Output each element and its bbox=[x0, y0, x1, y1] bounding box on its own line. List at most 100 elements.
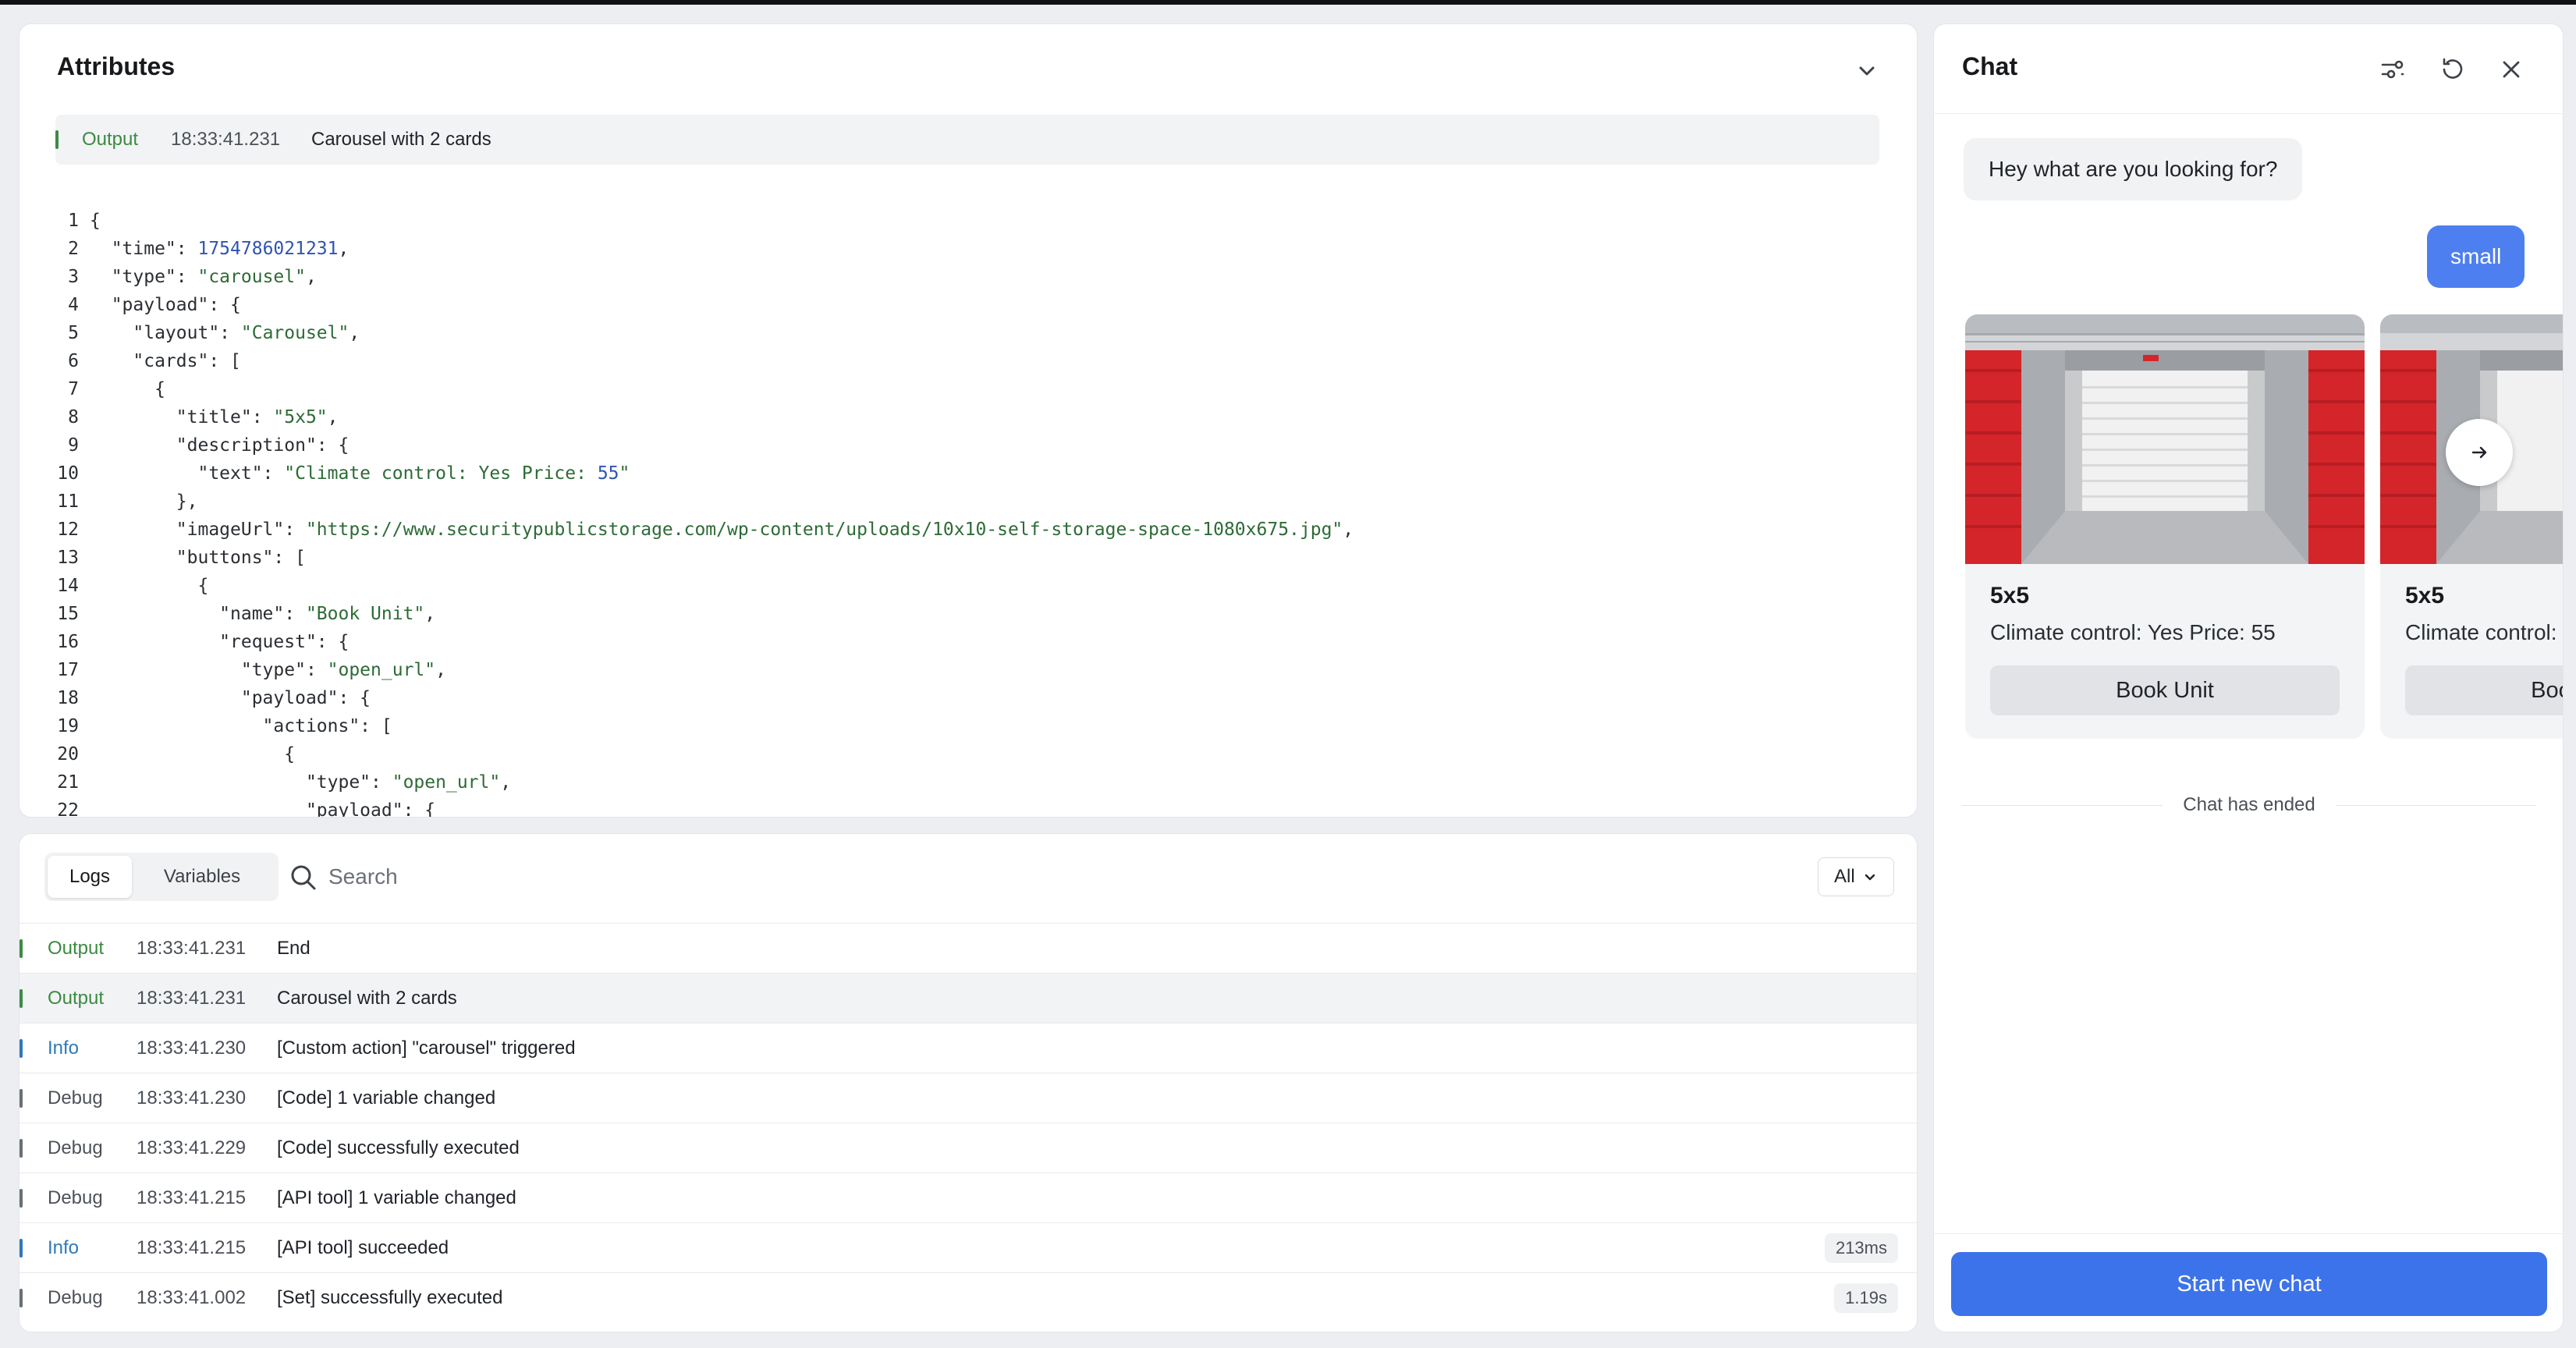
log-message: [Set] successfully executed bbox=[277, 1286, 503, 1308]
chat-panel: Chat Hey what are you looking for? small bbox=[1933, 23, 2564, 1332]
line-number: 20 bbox=[57, 744, 79, 764]
chevron-down-icon[interactable] bbox=[1851, 55, 1882, 87]
log-level: Debug bbox=[48, 1137, 103, 1158]
level-bar bbox=[20, 1288, 23, 1307]
code-text: "buttons": [ bbox=[90, 548, 306, 568]
log-time: 18:33:41.231 bbox=[137, 987, 247, 1009]
code-line: 9 "description": { bbox=[48, 431, 1889, 459]
log-row[interactable]: Debug 18:33:41.229 [Code] successfully exe… bbox=[20, 1123, 1917, 1172]
line-number: 22 bbox=[57, 800, 79, 818]
code-line: 17 "type": "open_url", bbox=[48, 656, 1889, 684]
code-text: "text": "Climate control: Yes Price: 55" bbox=[90, 463, 630, 484]
attributes-panel: Attributes Output 18:33:41.231 Carousel … bbox=[19, 23, 1918, 818]
chat-title: Chat bbox=[1962, 52, 2018, 80]
log-level: Output bbox=[48, 937, 105, 959]
card-description: Climate control: Yes Price: 55 bbox=[1990, 620, 2276, 644]
level-bar bbox=[20, 1138, 23, 1158]
arrow-right-icon bbox=[2471, 446, 2487, 459]
code-line: 13 "buttons": [ bbox=[48, 544, 1889, 572]
code-line: 20 { bbox=[48, 740, 1889, 768]
tab-logs[interactable]: Logs bbox=[48, 856, 132, 898]
level-bar bbox=[20, 1188, 23, 1208]
log-row[interactable]: Info 18:33:41.230 [Custom action] "carouse… bbox=[20, 1023, 1917, 1073]
log-row[interactable]: Debug 18:33:41.230 [Code] 1 variable chang… bbox=[20, 1073, 1917, 1123]
log-list: Output 18:33:41.231 End Output 18:33:41.231 C… bbox=[20, 923, 1917, 1322]
restart-icon[interactable] bbox=[2435, 52, 2469, 87]
line-number: 4 bbox=[68, 295, 79, 315]
code-line: 11 }, bbox=[48, 488, 1889, 516]
line-number: 12 bbox=[57, 520, 79, 540]
code-line: 5 "layout": "Carousel", bbox=[48, 319, 1889, 347]
code-text: "layout": "Carousel", bbox=[90, 323, 360, 343]
line-number: 6 bbox=[68, 351, 79, 371]
log-level: Output bbox=[48, 987, 105, 1009]
line-number: 9 bbox=[68, 435, 79, 456]
code-line: 4 "payload": { bbox=[48, 291, 1889, 319]
log-message: [API tool] succeeded bbox=[277, 1236, 449, 1258]
entry-message: Carousel with 2 cards bbox=[311, 129, 491, 150]
chevron-down-icon bbox=[1865, 874, 1875, 881]
json-code-view: 1{2 "time": 1754786021231, 3 "type": "car… bbox=[48, 207, 1889, 818]
bot-message: Hey what are you looking for? bbox=[1964, 138, 2303, 200]
log-row[interactable]: Debug 18:33:41.215 [API tool] 1 variable c… bbox=[20, 1172, 1917, 1222]
carousel-card: 5x5 Climate control: Yes Price: 55 Book … bbox=[2380, 314, 2563, 739]
log-level: Debug bbox=[48, 1087, 103, 1109]
code-line: 7 { bbox=[48, 375, 1889, 403]
log-message: End bbox=[277, 937, 310, 959]
log-time: 18:33:41.215 bbox=[137, 1236, 247, 1258]
log-row[interactable]: Output 18:33:41.231 End bbox=[20, 923, 1917, 973]
log-row[interactable]: Output 18:33:41.231 Carousel with 2 cards bbox=[20, 973, 1917, 1023]
chat-ended-text: Chat has ended bbox=[2183, 794, 2315, 815]
start-new-chat-button[interactable]: Start new chat bbox=[1951, 1252, 2547, 1316]
level-bar bbox=[20, 1238, 23, 1258]
search-input[interactable] bbox=[328, 857, 1421, 896]
storage-unit-image bbox=[1965, 314, 2365, 564]
code-line: 10 "text": "Climate control: Yes Price: … bbox=[48, 459, 1889, 488]
code-text: "name": "Book Unit", bbox=[90, 604, 436, 624]
log-message: [Custom action] "carousel" triggered bbox=[277, 1037, 576, 1059]
line-number: 3 bbox=[68, 267, 79, 287]
settings-sliders-icon[interactable] bbox=[2376, 52, 2410, 87]
log-message: [Code] 1 variable changed bbox=[277, 1087, 496, 1109]
line-number: 19 bbox=[57, 716, 79, 736]
line-number: 10 bbox=[57, 463, 79, 484]
log-level: Info bbox=[48, 1037, 80, 1059]
logs-panel: Logs Variables All Output 18:33:41.231 End… bbox=[19, 833, 1918, 1332]
user-message: small bbox=[2427, 225, 2525, 288]
code-text: "type": "open_url", bbox=[90, 660, 446, 680]
book-unit-button[interactable]: Book Unit bbox=[1990, 665, 2340, 715]
code-line: 21 "type": "open_url", bbox=[48, 768, 1889, 796]
code-line: 19 "actions": [ bbox=[48, 712, 1889, 740]
code-text: "type": "carousel", bbox=[90, 267, 317, 287]
code-text: "payload": { bbox=[90, 688, 371, 708]
window-top-edge bbox=[0, 0, 2576, 5]
card-title: 5x5 bbox=[2405, 583, 2445, 608]
code-text: { bbox=[90, 379, 165, 399]
level-filter-select[interactable]: All bbox=[1818, 857, 1894, 896]
code-text: }, bbox=[90, 491, 198, 512]
code-line: 1{ bbox=[48, 207, 1889, 235]
log-time: 18:33:41.230 bbox=[137, 1037, 247, 1059]
duration-badge: 1.19s bbox=[1834, 1282, 1898, 1313]
line-number: 8 bbox=[68, 407, 79, 427]
code-text: "type": "open_url", bbox=[90, 772, 512, 793]
chat-header-divider bbox=[1934, 113, 2563, 114]
tab-variables[interactable]: Variables bbox=[132, 856, 272, 898]
log-time: 18:33:41.002 bbox=[137, 1286, 247, 1308]
log-row[interactable]: Info 18:33:41.215 [API tool] succeeded 213m… bbox=[20, 1222, 1917, 1272]
carousel-next-button[interactable] bbox=[2446, 419, 2513, 486]
card-title: 5x5 bbox=[1990, 583, 2030, 608]
code-line: 15 "name": "Book Unit", bbox=[48, 600, 1889, 628]
code-text: "payload": { bbox=[90, 295, 241, 315]
close-icon[interactable] bbox=[2494, 52, 2528, 87]
line-number: 1 bbox=[68, 211, 79, 231]
book-unit-button[interactable]: Book Unit bbox=[2405, 665, 2563, 715]
card-description: Climate control: Yes Price: 55 bbox=[2405, 620, 2563, 644]
line-number: 7 bbox=[68, 379, 79, 399]
log-row[interactable]: Debug 18:33:41.002 [Set] successfully exec… bbox=[20, 1272, 1917, 1322]
code-text: "payload": { bbox=[90, 800, 436, 818]
code-text: { bbox=[90, 576, 209, 596]
log-message: Carousel with 2 cards bbox=[277, 987, 457, 1009]
log-time: 18:33:41.231 bbox=[137, 937, 247, 959]
level-bar bbox=[55, 130, 59, 149]
